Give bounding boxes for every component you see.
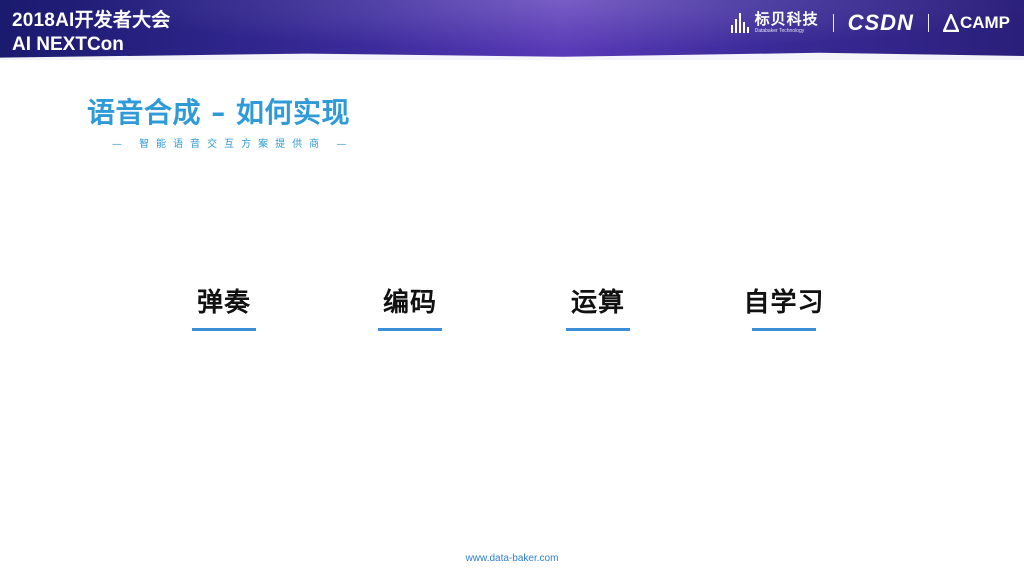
conference-header-banner: 2018AI开发者大会 AI NEXTCon 标贝科技 Databaker Te… bbox=[0, 0, 1024, 60]
concept-item-bianma: 编码 bbox=[378, 284, 442, 331]
csdn-logo: CSDN bbox=[847, 10, 914, 35]
concept-item-tanzou: 弹奏 bbox=[192, 284, 256, 331]
biaobei-logo-tagline: Databaker Technology bbox=[754, 27, 805, 34]
camp-logo-text: CAMP bbox=[959, 13, 1010, 32]
slide-subtitle: — 智能语音交互方案提供商 — bbox=[112, 139, 354, 150]
concept-label: 编码 bbox=[382, 288, 437, 318]
concept-item-zixuexi: 自学习 bbox=[740, 284, 828, 331]
sponsor-logos: 标贝科技 Databaker Technology CSDN CAMP bbox=[730, 10, 1010, 36]
camp-triangle-icon bbox=[942, 14, 959, 32]
biaobei-logo-name: 标贝科技 bbox=[754, 10, 819, 28]
biaobei-logo: 标贝科技 Databaker Technology bbox=[730, 10, 819, 35]
ai-camp-logo: CAMP bbox=[942, 13, 1010, 33]
logo-divider bbox=[927, 14, 929, 32]
concept-label: 弹奏 bbox=[196, 288, 251, 318]
concept-label: 运算 bbox=[570, 288, 625, 318]
concept-item-yunsuan: 运算 bbox=[566, 284, 630, 331]
concept-underline bbox=[192, 328, 256, 331]
conference-subtitle: AI NEXTCon bbox=[12, 34, 124, 55]
concept-label: 自学习 bbox=[743, 288, 825, 318]
concept-underline bbox=[752, 328, 816, 331]
footer-website-url: www.data-baker.com bbox=[465, 553, 559, 564]
concept-underline bbox=[378, 328, 442, 331]
concept-underline bbox=[566, 328, 630, 331]
conference-title: 2018AI开发者大会 bbox=[12, 10, 171, 31]
slide-title: 语音合成 – 如何实现 bbox=[87, 96, 350, 129]
logo-divider bbox=[832, 14, 834, 32]
sound-wave-icon bbox=[730, 13, 751, 33]
